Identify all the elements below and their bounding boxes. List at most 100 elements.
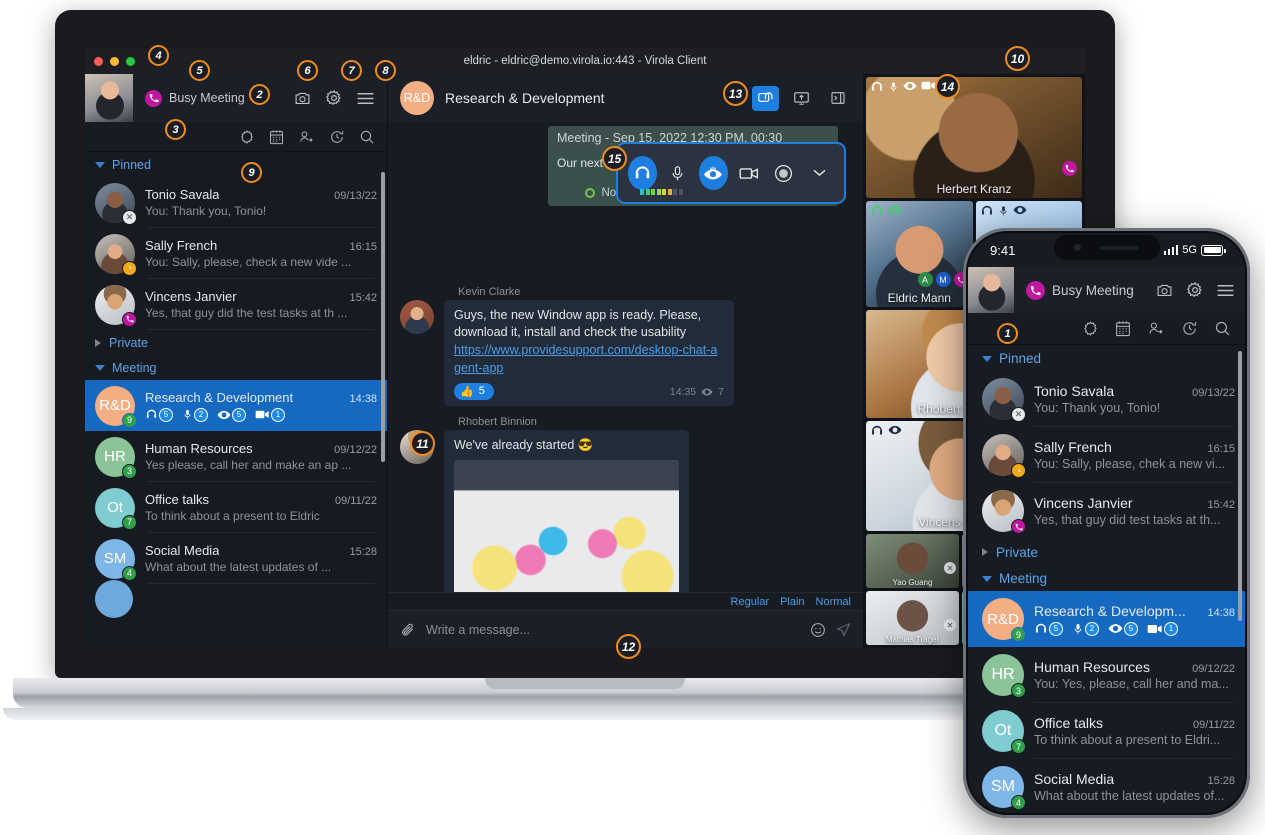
close-button[interactable] <box>94 57 103 66</box>
message-bubble[interactable]: Guys, the new Window app is ready. Pleas… <box>444 300 734 406</box>
sun-gear-icon[interactable] <box>239 129 255 145</box>
list-item[interactable]: ✕ Tonio Savala 09/13/22 You: Thank you, … <box>85 177 387 228</box>
smiley-icon[interactable] <box>810 622 826 638</box>
group-header-private[interactable]: Private <box>968 539 1245 565</box>
phone-item-office-talks[interactable]: Ot 7 Office talks 09/11/22 To think abou… <box>968 703 1245 759</box>
video-tile-icons <box>870 204 902 218</box>
timestamp: 09/13/22 <box>334 190 377 202</box>
eye-icon[interactable] <box>698 156 728 190</box>
unread-badge: 4 <box>1011 795 1026 810</box>
my-status[interactable]: Busy Meeting <box>1014 280 1155 300</box>
thumbnail-yao-guang[interactable]: ✕ Yao Guang <box>866 534 959 588</box>
thumbnail-mathias-trager[interactable]: ✕ Mathias Trager <box>866 591 959 645</box>
message-link[interactable]: https://www.providesupport.com/desktop-c… <box>454 343 717 375</box>
collapse-panel-icon[interactable] <box>824 86 851 111</box>
message-image[interactable] <box>454 459 679 592</box>
message-bubble[interactable]: We've already started 😎 product-design <box>444 429 689 592</box>
call-control-bar[interactable] <box>616 142 846 204</box>
chat-list[interactable]: Pinned ✕ Tonio Savala 09/13/22 You: Than… <box>85 152 387 648</box>
reaction-thumbs-up[interactable]: 👍 5 <box>454 382 494 400</box>
contact-name: Human Resources <box>145 441 253 456</box>
callout-badge-4: 4 <box>148 45 169 66</box>
callout-badge-6: 6 <box>297 60 318 81</box>
send-icon[interactable] <box>836 622 851 637</box>
group-header-private[interactable]: Private <box>85 330 387 355</box>
phone-item-human-resources[interactable]: HR 3 Human Resources 09/12/22 You: Yes, … <box>968 647 1245 703</box>
laptop-lid: eldric - eldric@demo.virola.io:443 - Vir… <box>55 10 1115 678</box>
format-plain-option[interactable]: Plain <box>780 596 804 608</box>
group-header-pinned[interactable]: Pinned <box>968 345 1245 371</box>
pill-mute-icon: M <box>935 272 951 287</box>
close-icon[interactable]: ✕ <box>944 619 956 631</box>
close-icon[interactable]: ✕ <box>944 562 956 574</box>
paperclip-icon[interactable] <box>400 622 416 638</box>
list-item[interactable]: Sally French 16:15 You: Sally, please, c… <box>968 427 1245 483</box>
history-icon[interactable] <box>1181 320 1198 337</box>
hamburger-menu-icon[interactable] <box>356 91 375 106</box>
list-item[interactable]: ✕ Tonio Savala 09/13/22 You: Thank you, … <box>968 371 1245 427</box>
chat-list-scrollbar[interactable] <box>381 172 385 462</box>
screen-share-icon[interactable] <box>788 86 815 111</box>
microphone-icon[interactable] <box>663 156 692 190</box>
history-icon[interactable] <box>329 129 345 145</box>
hamburger-menu-icon[interactable] <box>1216 283 1235 298</box>
avatar-initials: SM <box>991 778 1015 795</box>
list-item[interactable]: Vincens Janvier 15:42 Yes, that guy did … <box>85 279 387 330</box>
group-header-meeting[interactable]: Meeting <box>968 565 1245 591</box>
sun-gear-icon[interactable] <box>1082 320 1099 337</box>
headphones-icon[interactable] <box>628 156 658 190</box>
headphones-icon <box>870 424 884 438</box>
callout-badge-3: 3 <box>165 119 186 140</box>
minimize-button[interactable] <box>110 57 119 66</box>
maximize-button[interactable] <box>126 57 135 66</box>
calendar-icon[interactable] <box>269 129 284 145</box>
gear-icon[interactable] <box>325 89 343 107</box>
sidebar-item-research-development[interactable]: R&D 9 Research & Development 14:38 5 2 5… <box>85 380 387 431</box>
group-header-pinned[interactable]: Pinned <box>85 152 387 177</box>
screenshot-camera-icon[interactable] <box>1155 282 1174 299</box>
sidebar-header: Busy Meeting <box>85 74 387 122</box>
my-avatar[interactable] <box>85 74 133 122</box>
unread-badge: 9 <box>1011 627 1026 642</box>
avatar: Ot 7 <box>982 710 1026 754</box>
window-titlebar: eldric - eldric@demo.virola.io:443 - Vir… <box>85 48 1085 74</box>
phone-list-scrollbar[interactable] <box>1238 351 1242 621</box>
message: Rhobert Binnion We've already started 😎 <box>400 416 851 592</box>
list-item[interactable] <box>85 580 387 618</box>
stat-count: 5 <box>1124 621 1138 636</box>
window-traffic-lights[interactable] <box>94 57 135 66</box>
record-icon[interactable] <box>769 156 798 190</box>
preview-text: Yes, that guy did the test tasks at th .… <box>145 306 348 320</box>
list-item[interactable]: Vincens Janvier 15:42 Yes, that guy did … <box>968 483 1245 539</box>
video-tile-herbert-kranz[interactable]: Herbert Kranz <box>866 77 1082 198</box>
network-label: 5G <box>1182 244 1197 256</box>
sidebar-item-human-resources[interactable]: HR 3 Human Resources 09/12/22 Yes please… <box>85 431 387 482</box>
contact-name: Research & Developm... <box>1034 602 1186 619</box>
scene-root: eldric - eldric@demo.virola.io:443 - Vir… <box>0 0 1265 835</box>
my-avatar[interactable] <box>968 267 1014 313</box>
contact-name: Vincens Janvier <box>1034 495 1133 511</box>
phone-item-social-media[interactable]: SM 4 Social Media 15:28 What about the l… <box>968 759 1245 813</box>
search-icon[interactable] <box>1214 320 1231 337</box>
list-item[interactable]: Sally French 16:15 You: Sally, please, c… <box>85 228 387 279</box>
video-camera-icon[interactable] <box>734 156 763 190</box>
video-tile-eldric-mann[interactable]: A M Eldric Mann <box>866 201 973 307</box>
chevron-down-icon[interactable] <box>805 156 834 190</box>
share-contact-icon[interactable] <box>1147 320 1165 337</box>
search-icon[interactable] <box>359 129 375 145</box>
timestamp: 14:35 <box>669 385 697 398</box>
format-regular-option[interactable]: Regular <box>731 596 770 608</box>
format-normal-option[interactable]: Normal <box>816 596 851 608</box>
gear-icon[interactable] <box>1186 281 1204 299</box>
sidebar-item-social-media[interactable]: SM 4 Social Media 15:28 What about the l… <box>85 533 387 584</box>
phone-item-research-development[interactable]: R&D 9 Research & Developm... 14:38 5 2 5… <box>968 591 1245 647</box>
calendar-icon[interactable] <box>1115 320 1131 337</box>
call-headset-icon[interactable] <box>752 85 779 111</box>
share-contact-icon[interactable] <box>298 129 315 145</box>
phone-chat-list[interactable]: Pinned ✕ Tonio Savala 09/13/22 You: Than… <box>968 345 1245 813</box>
stat-eye: 5 <box>217 407 246 422</box>
screenshot-camera-icon[interactable] <box>293 90 312 107</box>
sidebar-item-office-talks[interactable]: Ot 7 Office talks 09/11/22 To think abou… <box>85 482 387 533</box>
message-input[interactable]: Write a message... <box>426 623 800 637</box>
group-header-meeting[interactable]: Meeting <box>85 355 387 380</box>
